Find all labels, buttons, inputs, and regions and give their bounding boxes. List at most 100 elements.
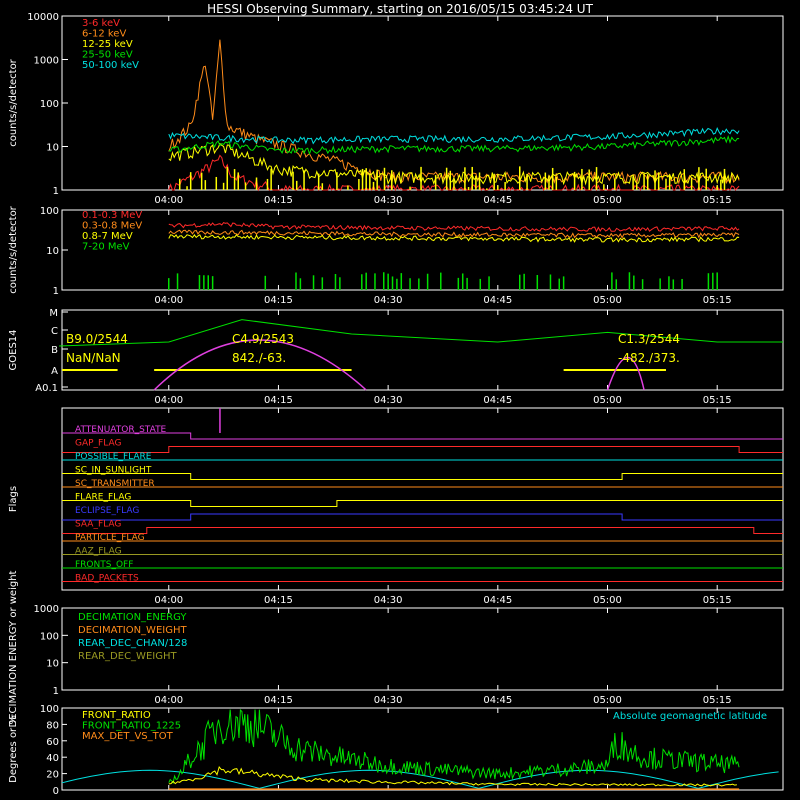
legend-entry: REAR_DEC_CHAN/128 [78, 638, 187, 649]
flag-label: ECLIPSE_FLAG [75, 506, 139, 516]
y-tick-label: B [51, 345, 58, 356]
x-tick-label: 04:00 [154, 195, 183, 206]
series-line [168, 765, 737, 787]
legend-entry: REAR_DEC_WEIGHT [78, 651, 177, 662]
legend-entry: 0.3-0.8 MeV [82, 221, 142, 232]
goes-annotation: C1.3/2544 [618, 332, 680, 346]
goes-annotation: -482./373. [618, 351, 680, 365]
panel-frame [61, 309, 784, 391]
flag-trace [62, 473, 783, 480]
x-tick-label: 04:45 [483, 695, 512, 706]
goes-annotation: NaN/NaN [66, 351, 121, 365]
x-tick-label: 04:45 [483, 295, 512, 306]
y-tick-label: 60 [46, 737, 59, 748]
series-line [168, 135, 740, 156]
x-tick-label: 05:15 [703, 195, 732, 206]
x-tick-label: 04:15 [264, 395, 293, 406]
y-tick-label: 100 [40, 704, 59, 715]
y-tick-label: 40 [46, 753, 59, 764]
x-tick-label: 04:30 [374, 195, 403, 206]
x-tick-label: 04:45 [483, 595, 512, 606]
x-tick-label: 05:00 [593, 395, 622, 406]
y-tick-label: 1000 [34, 604, 59, 615]
x-tick-label: 05:00 [593, 195, 622, 206]
x-tick-label: 04:00 [154, 295, 183, 306]
legend-entry: DECIMATION_ENERGY [78, 612, 187, 623]
flag-label: GAP_FLAG [75, 439, 121, 449]
y-axis-label: DECIMATION ENERGY or weight [8, 570, 19, 727]
y-axis-label: counts/s/detector [8, 58, 19, 146]
x-tick-label: 04:15 [264, 295, 293, 306]
y-tick-label: 10 [46, 659, 59, 670]
latitude-note: Absolute geomagnetic latitude [613, 711, 767, 722]
x-tick-label: 04:30 [374, 695, 403, 706]
x-tick-label: 05:00 [593, 695, 622, 706]
y-tick-label: 20 [46, 770, 59, 781]
legend-entry: FRONT_RATIO_1225 [82, 721, 181, 732]
y-axis-label: GOES14 [8, 329, 19, 370]
y-tick-label: 1 [53, 686, 59, 697]
x-tick-label: 04:15 [264, 595, 293, 606]
flag-trace [62, 432, 783, 440]
y-axis-label: Degrees or % [8, 715, 19, 783]
goes-annotation: C4.9/2543 [232, 332, 294, 346]
x-tick-label: 04:00 [154, 695, 183, 706]
y-tick-label: A [51, 366, 58, 377]
page-title: HESSI Observing Summary, starting on 201… [207, 2, 593, 16]
x-tick-label: 05:15 [703, 395, 732, 406]
x-tick-label: 04:45 [483, 195, 512, 206]
x-tick-label: 04:00 [154, 595, 183, 606]
x-tick-label: 04:30 [374, 395, 403, 406]
y-tick-label: 10000 [27, 12, 59, 23]
y-tick-label: 1000 [34, 56, 59, 67]
y-tick-label: A0.1 [35, 383, 58, 394]
x-tick-label: 05:00 [593, 295, 622, 306]
series-line [168, 229, 740, 239]
panel-frame [61, 407, 784, 591]
hessi-summary: HESSI Observing Summary, starting on 201… [0, 0, 800, 800]
x-tick-label: 05:15 [703, 595, 732, 606]
x-tick-label: 04:30 [374, 295, 403, 306]
y-tick-label: 100 [40, 206, 59, 217]
legend-entry: DECIMATION_WEIGHT [78, 625, 187, 636]
goes-annotation: 842./-63. [232, 351, 286, 365]
y-tick-label: 100 [40, 99, 59, 110]
legend-entry: 0.8-7 MeV [82, 231, 133, 242]
x-tick-label: 04:45 [483, 395, 512, 406]
panel-frame [61, 15, 784, 191]
y-tick-label: 10 [46, 246, 59, 257]
flag-label: SAA_FLAG [75, 520, 121, 530]
legend-entry: MAX_DET_VS_TOT [82, 731, 174, 742]
y-tick-label: 1 [53, 286, 59, 297]
y-tick-label: 100 [40, 631, 59, 642]
flag-trace [62, 500, 783, 507]
x-tick-label: 04:15 [264, 195, 293, 206]
y-tick-label: 1 [53, 186, 59, 197]
series-line [168, 127, 740, 145]
x-tick-label: 04:15 [264, 695, 293, 706]
legend-entry: FRONT_RATIO [82, 710, 151, 721]
legend-entry: 7-20 MeV [82, 242, 130, 253]
y-axis-label: Flags [8, 486, 19, 512]
series-line [168, 221, 740, 233]
legend-entry: 0.1-0.3 MeV [82, 210, 142, 221]
legend-entry: 12-25 keV [82, 39, 133, 50]
y-tick-label: C [51, 326, 58, 337]
goes-annotation: B9.0/2544 [66, 332, 128, 346]
flag-trace [62, 513, 783, 521]
obs-arc [153, 339, 367, 391]
y-tick-label: M [49, 308, 58, 319]
panel-frame [61, 209, 784, 291]
chart-canvas: HESSI Observing Summary, starting on 201… [8, 2, 784, 797]
legend-entry: 6-12 keV [82, 29, 126, 40]
x-tick-label: 05:00 [593, 595, 622, 606]
flag-trace [62, 527, 783, 534]
x-tick-label: 05:15 [703, 695, 732, 706]
x-tick-label: 04:30 [374, 595, 403, 606]
x-tick-label: 05:15 [703, 295, 732, 306]
y-tick-label: 80 [46, 720, 59, 731]
series-line [168, 234, 740, 243]
legend-entry: 25-50 keV [82, 50, 133, 61]
flag-trace [62, 446, 783, 453]
y-tick-label: 0 [53, 786, 59, 797]
